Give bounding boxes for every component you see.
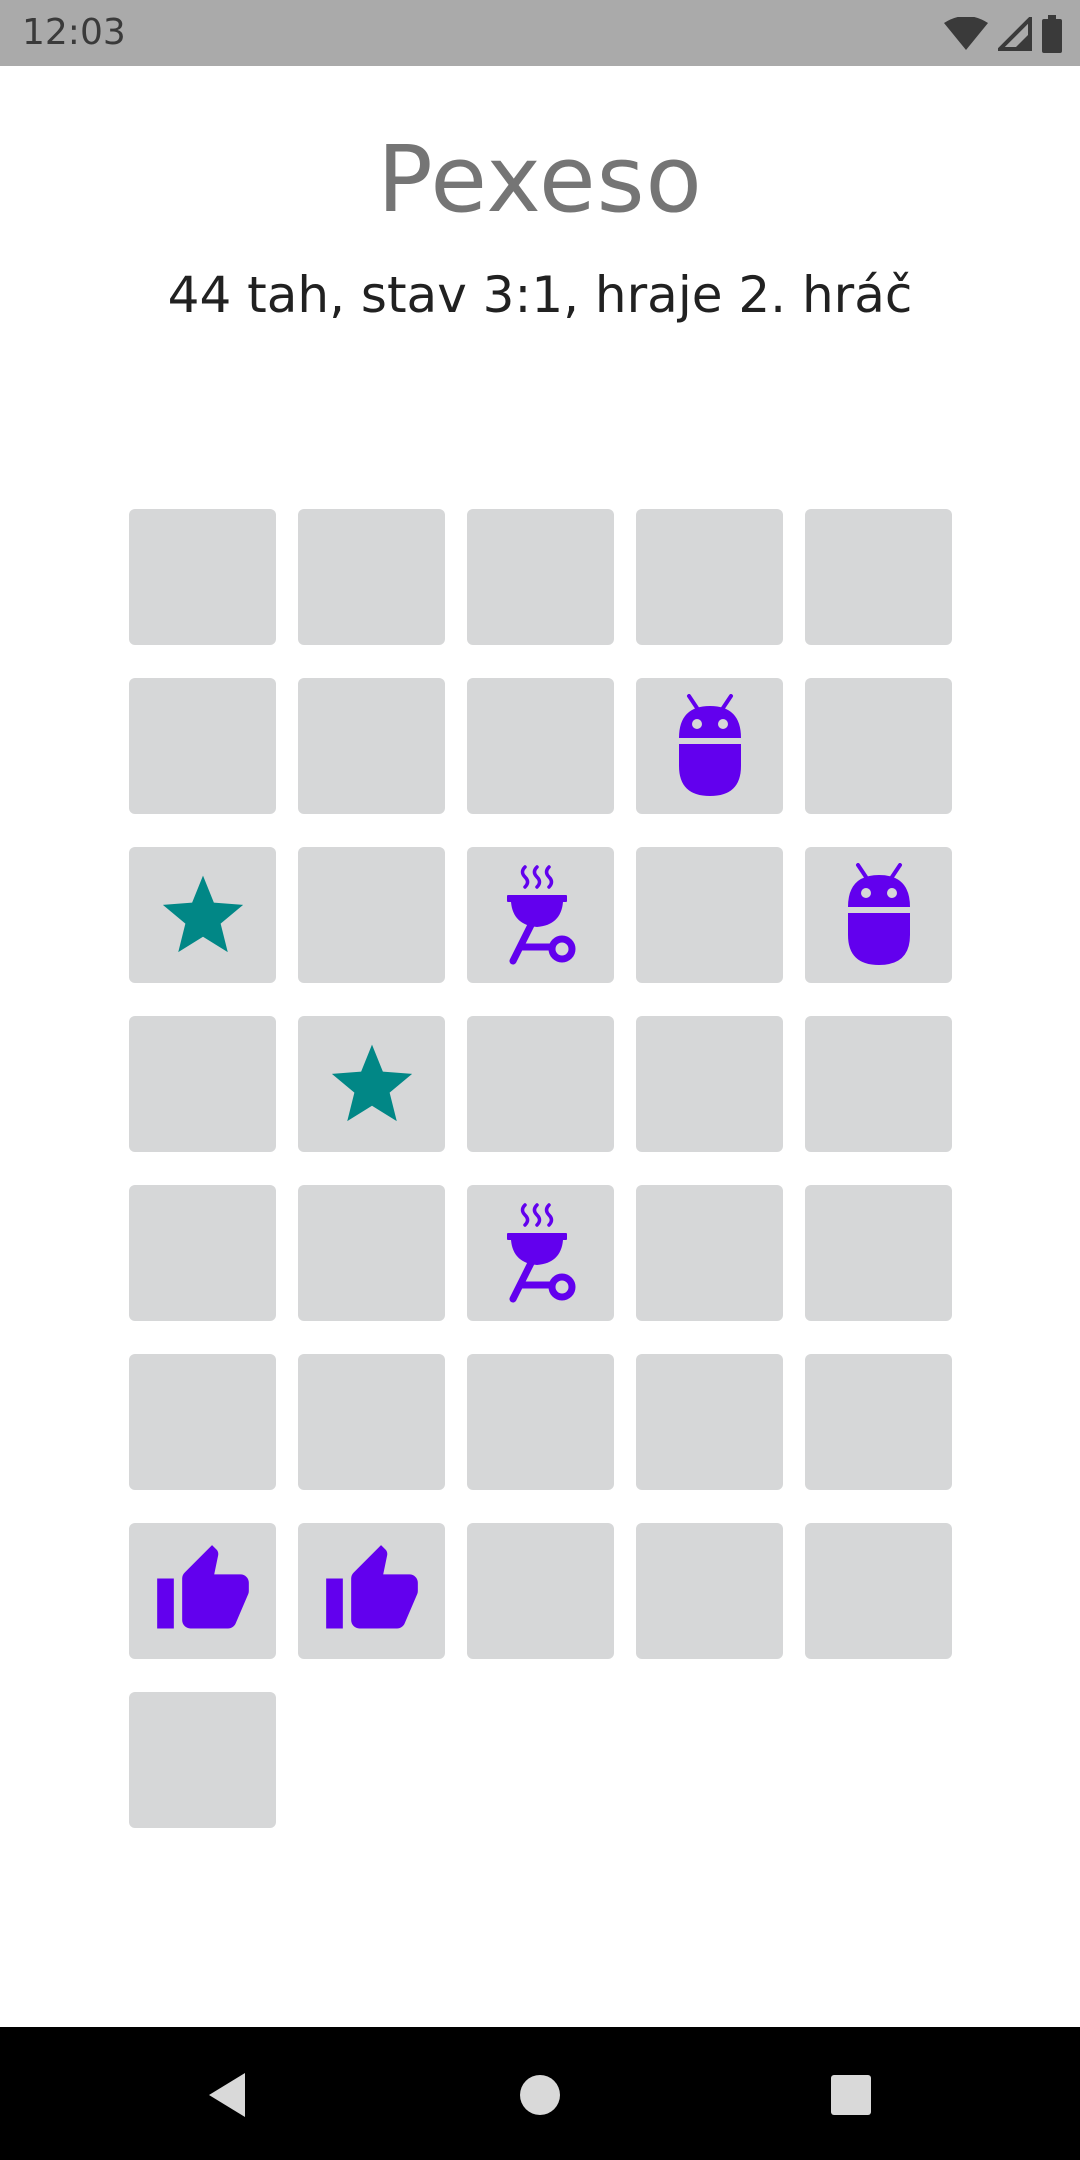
card-hidden-r6-c3[interactable]	[467, 1354, 614, 1490]
recents-icon	[831, 2075, 871, 2115]
android-icon	[678, 694, 741, 796]
card-hidden-r1-c1[interactable]	[129, 509, 276, 645]
grill-icon	[506, 865, 575, 965]
card-hidden-r6-c2[interactable]	[298, 1354, 445, 1490]
thumb-up-icon	[325, 1545, 418, 1629]
screen: 12:03 Pexeso 44 tah, stav 3:1, hraje 2. …	[0, 0, 1080, 2160]
card-hidden-r3-c2[interactable]	[298, 847, 445, 983]
game-title: Pexeso	[377, 126, 703, 233]
status-time: 12:03	[22, 12, 126, 53]
card-hidden-r4-c4[interactable]	[636, 1016, 783, 1152]
card-hidden-r5-c1[interactable]	[129, 1185, 276, 1321]
card-hidden-r6-c1[interactable]	[129, 1354, 276, 1490]
card-hidden-r1-c4[interactable]	[636, 509, 783, 645]
home-icon	[520, 2075, 560, 2115]
card-android-r3-c5[interactable]	[805, 847, 952, 983]
card-hidden-r6-c5[interactable]	[805, 1354, 952, 1490]
card-hidden-r8-c1[interactable]	[129, 1692, 276, 1828]
android-icon	[847, 863, 910, 965]
card-thumb-up-r7-c2[interactable]	[298, 1523, 445, 1659]
card-star-r3-c1[interactable]	[129, 847, 276, 983]
card-hidden-r7-c5[interactable]	[805, 1523, 952, 1659]
status-icons	[944, 14, 1062, 54]
card-hidden-r7-c3[interactable]	[467, 1523, 614, 1659]
card-hidden-r5-c5[interactable]	[805, 1185, 952, 1321]
card-hidden-r5-c2[interactable]	[298, 1185, 445, 1321]
card-hidden-r1-c5[interactable]	[805, 509, 952, 645]
card-grill-r3-c3[interactable]	[467, 847, 614, 983]
card-hidden-r2-c1[interactable]	[129, 678, 276, 814]
star-icon	[162, 875, 243, 953]
card-hidden-r2-c3[interactable]	[467, 678, 614, 814]
back-icon	[209, 2073, 245, 2117]
card-hidden-r1-c3[interactable]	[467, 509, 614, 645]
grill-icon	[506, 1203, 575, 1303]
card-hidden-r3-c4[interactable]	[636, 847, 783, 983]
card-thumb-up-r7-c1[interactable]	[129, 1523, 276, 1659]
battery-icon	[1042, 15, 1062, 53]
card-hidden-r2-c2[interactable]	[298, 678, 445, 814]
card-hidden-r1-c2[interactable]	[298, 509, 445, 645]
card-hidden-r4-c5[interactable]	[805, 1016, 952, 1152]
recents-button[interactable]	[821, 2065, 881, 2125]
home-button[interactable]	[510, 2065, 570, 2125]
cell-signal-icon	[998, 17, 1032, 51]
star-icon	[331, 1044, 412, 1122]
card-hidden-r2-c5[interactable]	[805, 678, 952, 814]
card-hidden-r6-c4[interactable]	[636, 1354, 783, 1490]
card-star-r4-c2[interactable]	[298, 1016, 445, 1152]
status-bar: 12:03	[0, 0, 1080, 66]
wifi-icon	[944, 17, 988, 50]
navigation-bar	[0, 2027, 1080, 2160]
card-android-r2-c4[interactable]	[636, 678, 783, 814]
card-hidden-r4-c1[interactable]	[129, 1016, 276, 1152]
back-button[interactable]	[197, 2065, 257, 2125]
thumb-up-icon	[156, 1545, 249, 1629]
card-board	[129, 509, 952, 1828]
card-grill-r5-c3[interactable]	[467, 1185, 614, 1321]
card-hidden-r4-c3[interactable]	[467, 1016, 614, 1152]
card-hidden-r5-c4[interactable]	[636, 1185, 783, 1321]
card-hidden-r7-c4[interactable]	[636, 1523, 783, 1659]
game-status-text: 44 tah, stav 3:1, hraje 2. hráč	[167, 266, 913, 324]
